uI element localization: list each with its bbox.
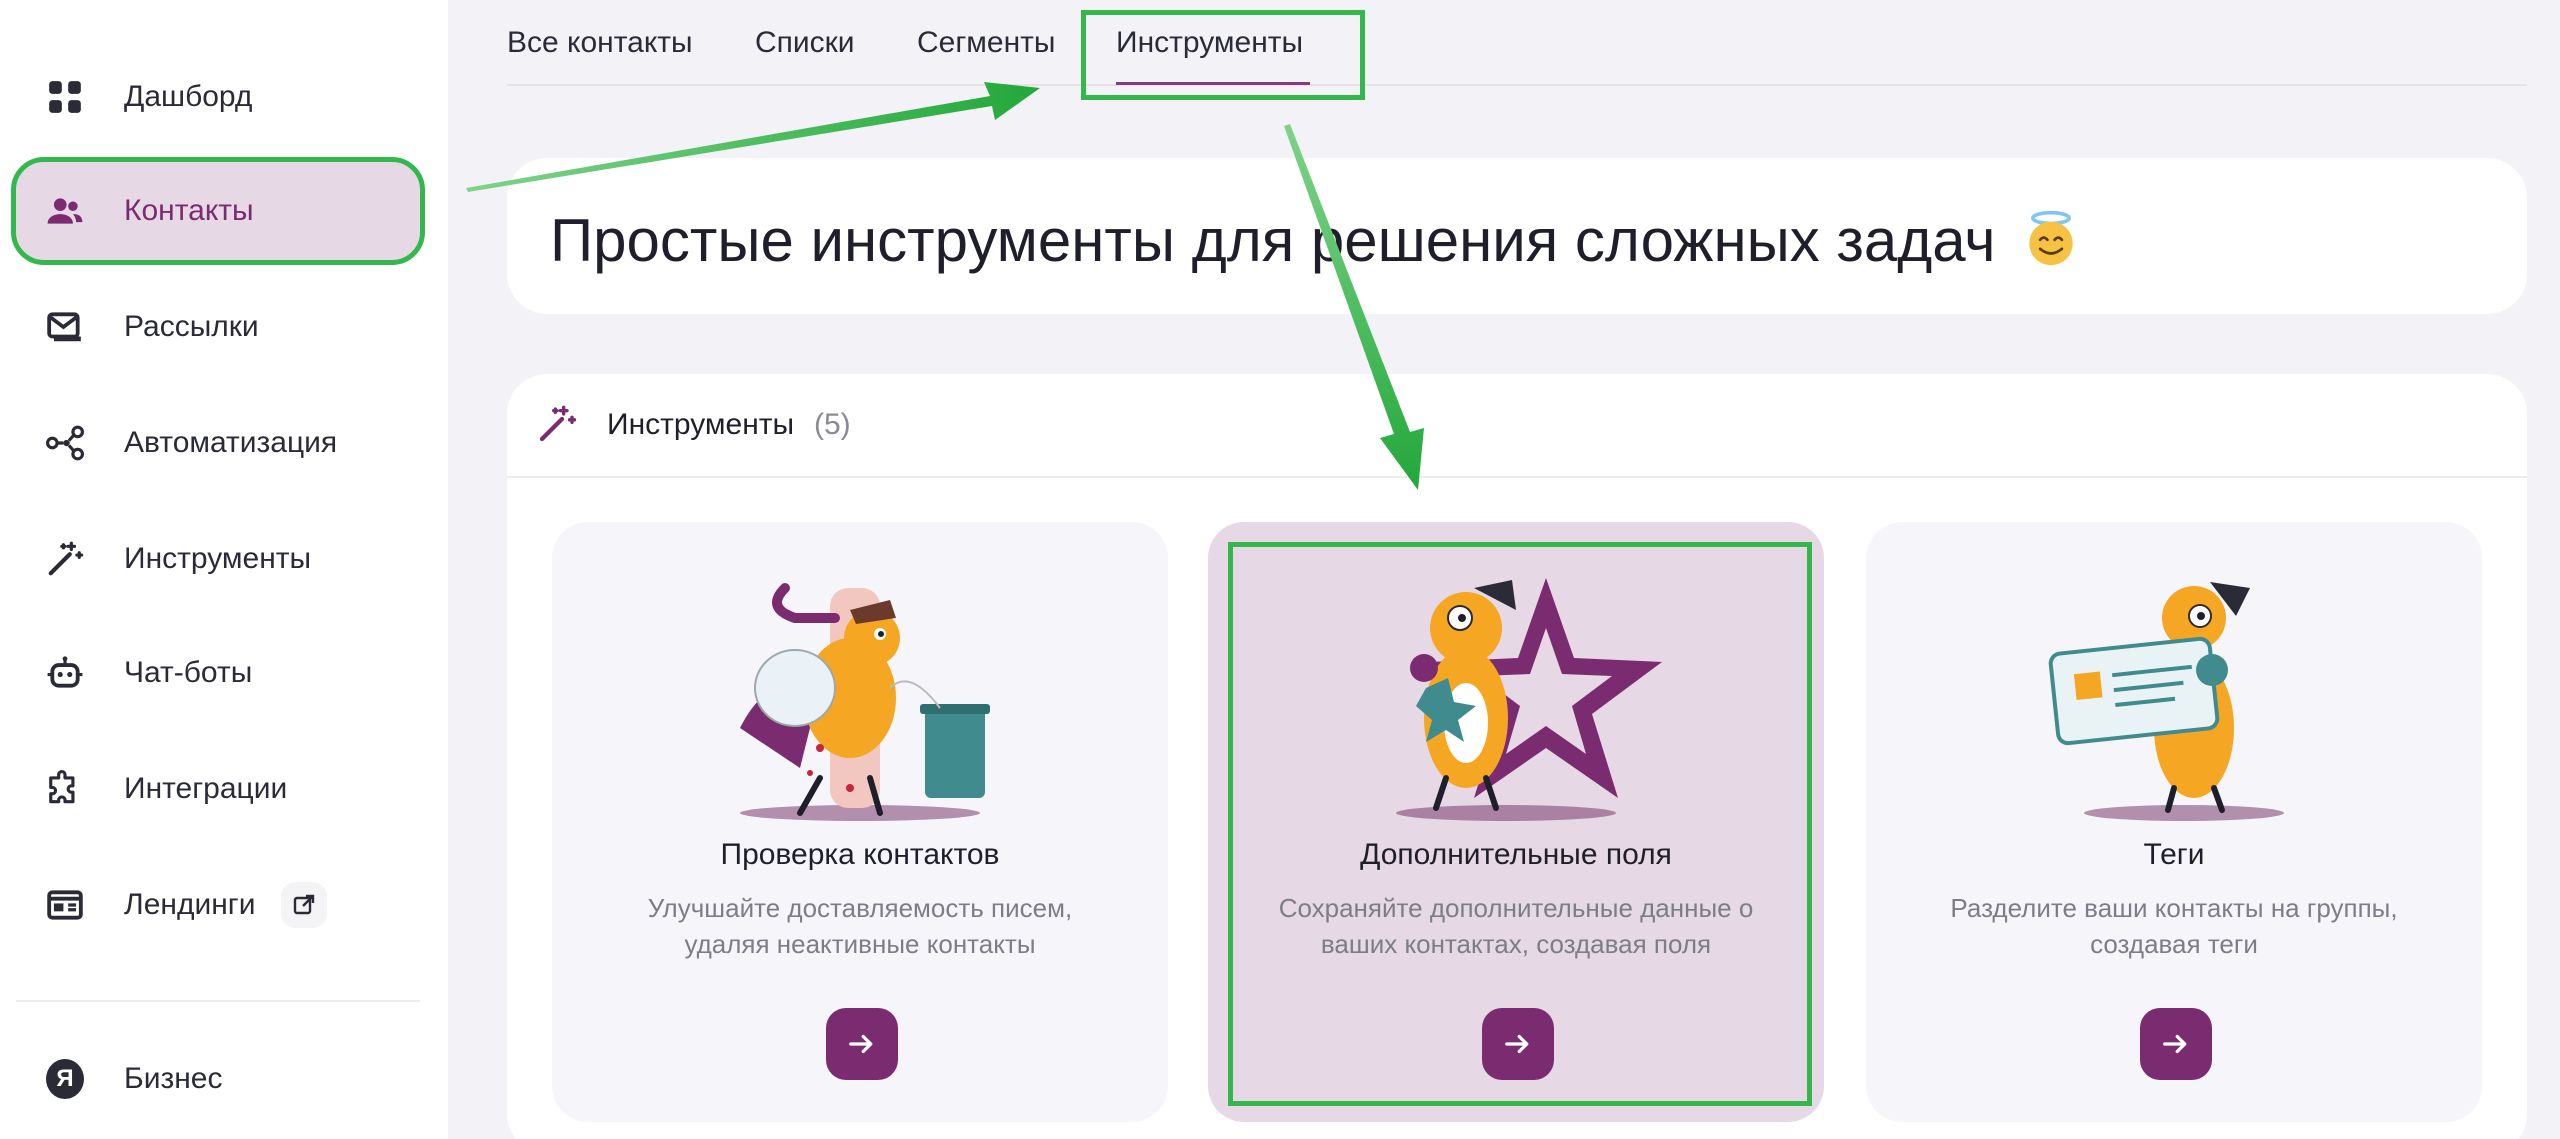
tab-segments[interactable]: Сегменты xyxy=(917,26,1055,60)
mail-icon xyxy=(46,308,84,346)
halo-emoji-icon xyxy=(2029,210,2073,266)
automation-icon xyxy=(46,424,84,462)
wand-icon xyxy=(539,405,577,442)
tab-bar: Все контакты Списки Сегменты Инструменты xyxy=(507,0,2527,86)
sidebar-item-automation[interactable]: Автоматизация xyxy=(16,394,420,492)
card-title: Теги xyxy=(2143,838,2205,871)
sidebar-item-chatbots[interactable]: Чат-боты xyxy=(16,624,420,722)
annotation-box-card xyxy=(1228,542,1812,1106)
sidebar-item-label: Бизнес xyxy=(124,1062,223,1095)
arrow-right-icon xyxy=(849,1034,873,1054)
panel-count: (5) xyxy=(814,408,851,441)
sidebar-item-label: Контакты xyxy=(124,194,254,227)
dashboard-icon xyxy=(46,78,84,116)
card-desc-line: создавая теги xyxy=(2090,929,2258,959)
card-title: Проверка контактов xyxy=(720,838,1000,871)
sidebar-item-contacts[interactable]: Контакты xyxy=(11,157,425,265)
sidebar: Дашборд Контакты Рассылки Автоматизация … xyxy=(0,0,448,1139)
puzzle-icon xyxy=(46,770,84,808)
dog-cleaning-illustration xyxy=(740,583,990,821)
sidebar-item-mailings[interactable]: Рассылки xyxy=(16,278,420,376)
sidebar-item-dashboard[interactable]: Дашборд xyxy=(16,48,420,146)
sidebar-item-label: Дашборд xyxy=(124,80,253,113)
card-description: Улучшайте доставляемость писем, удаляя н… xyxy=(612,890,1108,962)
card-desc-line: Улучшайте доставляемость писем, xyxy=(647,893,1073,923)
card-desc-line: Разделите ваши контакты на группы, xyxy=(1950,893,2398,923)
tool-card-tags[interactable]: Теги Разделите ваши контакты на группы, … xyxy=(1866,522,2482,1122)
sidebar-item-label: Интеграции xyxy=(124,772,288,805)
tool-card-contact-check[interactable]: Проверка контактов Улучшайте доставляемо… xyxy=(552,522,1168,1122)
card-desc-line: удаляя неактивные контакты xyxy=(684,929,1036,959)
dog-with-badge-illustration xyxy=(2048,582,2284,821)
hero-title-wrap: Простые инструменты для решения сложных … xyxy=(550,206,2080,275)
sidebar-item-integrations[interactable]: Интеграции xyxy=(16,740,420,838)
panel-header: Инструменты (5) xyxy=(507,374,2527,478)
sidebar-item-label: Лендинги xyxy=(124,888,256,921)
sidebar-item-label: Автоматизация xyxy=(124,426,338,459)
sidebar-item-business[interactable]: Я Бизнес xyxy=(16,1030,420,1128)
sidebar-divider xyxy=(16,1000,420,1002)
card-description: Разделите ваши контакты на группы, созда… xyxy=(1926,890,2422,962)
wand-icon xyxy=(46,540,84,578)
annotation-box-tab xyxy=(1081,10,1365,100)
tab-lists[interactable]: Списки xyxy=(755,26,855,60)
page-title: Простые инструменты для решения сложных … xyxy=(550,207,1996,274)
yandex-logo: Я xyxy=(46,1059,84,1099)
arrow-right-icon xyxy=(2163,1034,2187,1054)
open-card-button[interactable] xyxy=(826,1008,898,1080)
external-link-icon[interactable] xyxy=(281,882,328,928)
open-card-button[interactable] xyxy=(2140,1008,2212,1080)
sidebar-item-tools[interactable]: Инструменты xyxy=(16,510,420,608)
panel-title: Инструменты xyxy=(607,408,795,441)
tab-all-contacts[interactable]: Все контакты xyxy=(507,26,693,60)
hero-banner: Простые инструменты для решения сложных … xyxy=(507,158,2527,314)
sidebar-item-landings[interactable]: Лендинги xyxy=(16,856,420,954)
sidebar-item-label: Инструменты xyxy=(124,542,312,575)
bot-icon xyxy=(46,654,84,692)
sidebar-item-label: Чат-боты xyxy=(124,656,253,689)
contacts-icon xyxy=(46,192,84,230)
landing-icon xyxy=(46,886,84,924)
sidebar-item-label: Рассылки xyxy=(124,310,259,343)
